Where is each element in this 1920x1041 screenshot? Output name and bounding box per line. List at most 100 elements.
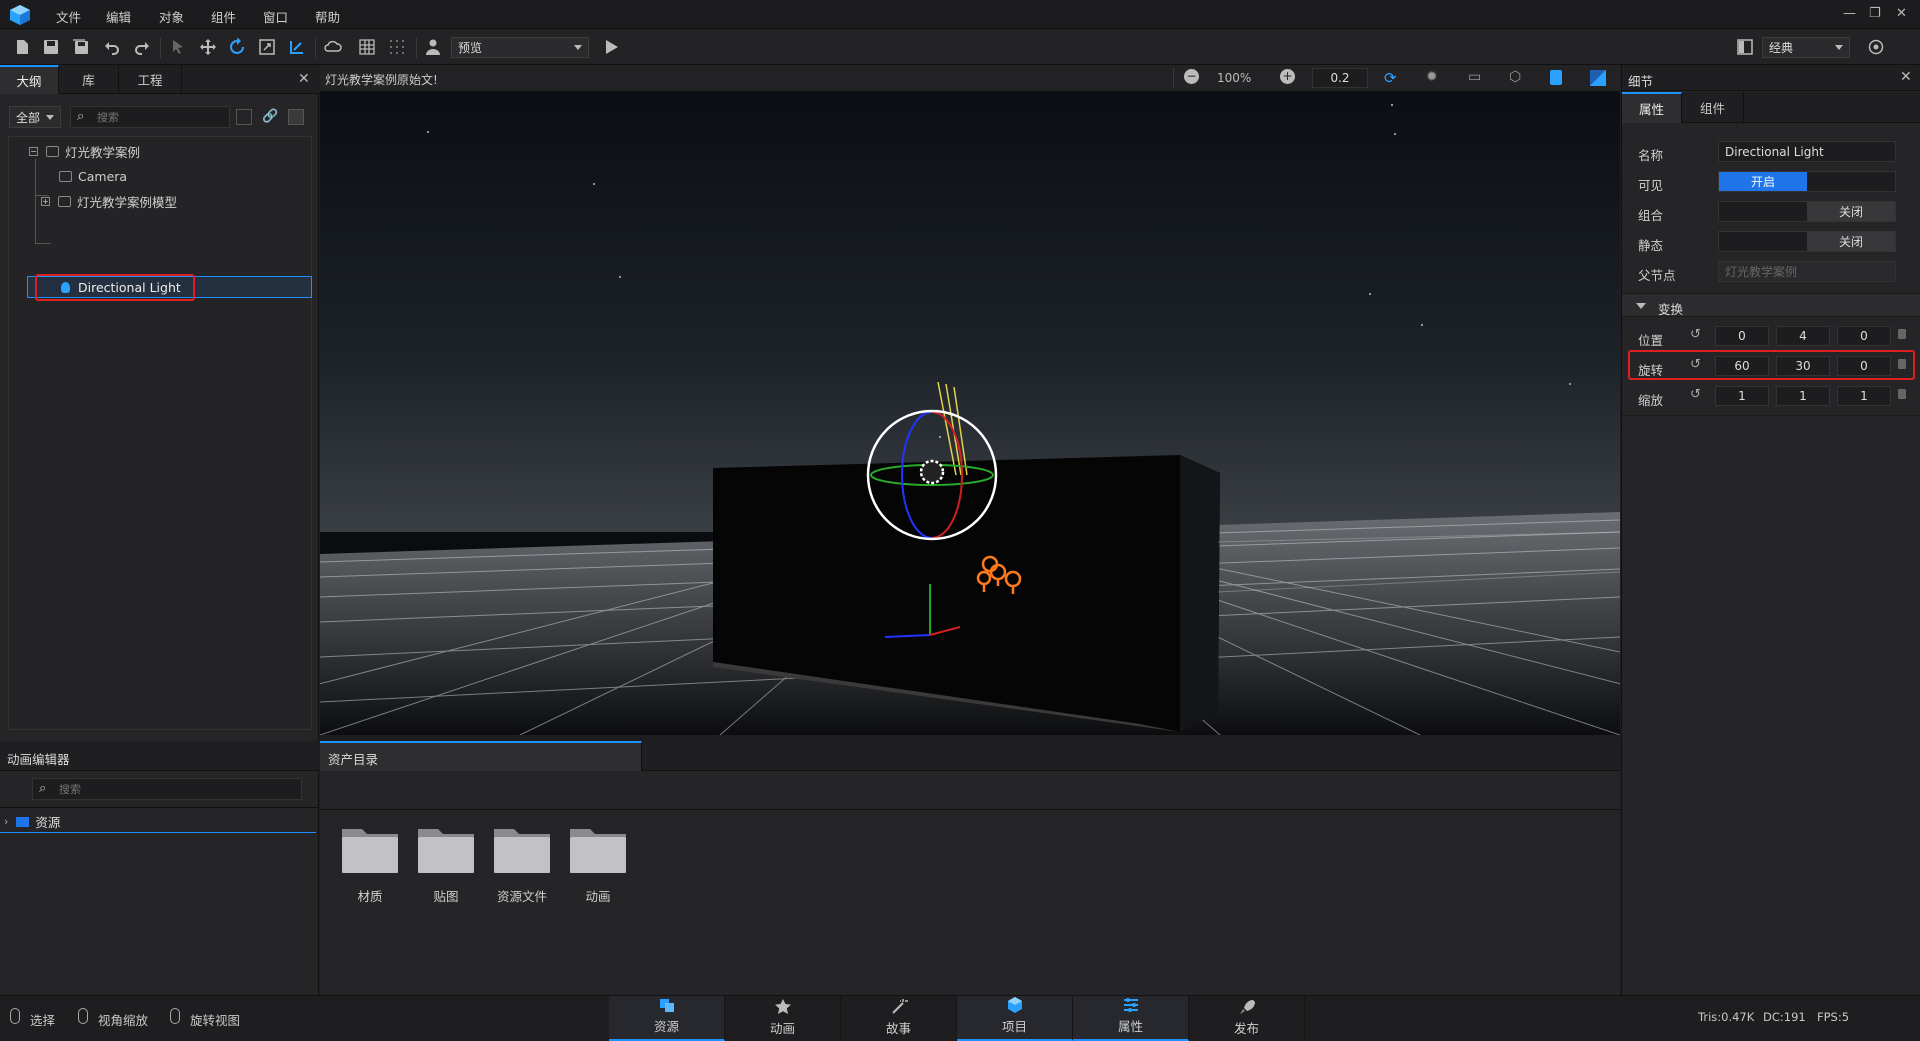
scene-render[interactable]: [320, 92, 1620, 735]
rotate-tool-icon[interactable]: [226, 37, 248, 57]
tool-select[interactable]: 选择: [30, 1010, 55, 1029]
position-x-input[interactable]: 0: [1715, 326, 1769, 346]
tool-zoom-view[interactable]: 视角缩放: [98, 1010, 148, 1029]
new-file-icon[interactable]: [11, 37, 33, 57]
display-mode-icon[interactable]: [1550, 70, 1562, 85]
anim-search-input[interactable]: [59, 781, 294, 797]
layout-select[interactable]: 经典: [1762, 37, 1850, 58]
preview-mode-select[interactable]: 预览: [451, 37, 589, 58]
folder-animations[interactable]: 动画: [560, 821, 636, 905]
tab-outline[interactable]: 大纲: [0, 65, 59, 94]
menu-edit[interactable]: 编辑: [106, 7, 131, 26]
asset-tree-root[interactable]: › 资源: [0, 811, 316, 833]
layout-panel-icon[interactable]: [1734, 37, 1756, 57]
tree-item-directional-light[interactable]: Directional Light: [61, 275, 181, 299]
folder-materials[interactable]: 材质: [332, 821, 408, 905]
user-preview-icon[interactable]: [422, 37, 444, 57]
section-divider: [320, 809, 1620, 810]
menu-component[interactable]: 组件: [211, 7, 236, 26]
light-gizmo-icon[interactable]: ✹: [1426, 69, 1444, 87]
bottom-tab-project[interactable]: 项目: [957, 996, 1073, 1041]
scale-x-input[interactable]: 1: [1715, 386, 1769, 406]
bottom-tab-animation[interactable]: 动画: [725, 996, 841, 1041]
snap-toggle-icon[interactable]: ⟳: [1384, 69, 1402, 87]
outline-search-box[interactable]: ⌕: [70, 106, 230, 128]
transform-tool-icon[interactable]: [286, 37, 308, 57]
collapse-toggle-icon[interactable]: −: [29, 146, 38, 156]
tab-components[interactable]: 组件: [1682, 92, 1744, 123]
tree-item-model[interactable]: + 灯光教学案例模型: [41, 189, 177, 213]
redo-icon[interactable]: [131, 37, 153, 57]
expand-all-icon[interactable]: [236, 109, 252, 125]
snap-value-field[interactable]: 0.2: [1312, 68, 1368, 88]
scale-z-input[interactable]: 1: [1837, 386, 1891, 406]
move-tool-icon[interactable]: [197, 37, 219, 57]
restore-icon[interactable]: ❐: [1869, 6, 1881, 21]
name-input[interactable]: Directional Light: [1718, 141, 1896, 162]
rotation-y-input[interactable]: 30: [1776, 356, 1830, 376]
bottom-tab-publish[interactable]: 发布: [1189, 996, 1305, 1041]
folder-resource-files[interactable]: 资源文件: [484, 821, 560, 905]
tree-item-camera[interactable]: Camera: [59, 164, 127, 188]
tab-properties[interactable]: 属性: [1622, 92, 1682, 123]
scene-viewport[interactable]: [320, 65, 1620, 735]
reset-scale-icon[interactable]: ↺: [1690, 387, 1701, 402]
tool-rotate-view[interactable]: 旋转视图: [190, 1010, 240, 1029]
visible-toggle[interactable]: 开启: [1718, 171, 1896, 192]
zoom-in-icon[interactable]: +: [1280, 69, 1295, 84]
menu-window[interactable]: 窗口: [263, 7, 288, 26]
select-tool-icon[interactable]: [167, 37, 189, 57]
bottom-tab-properties[interactable]: 属性: [1073, 996, 1189, 1041]
zoom-out-icon[interactable]: −: [1184, 69, 1199, 84]
folder-textures[interactable]: 贴图: [408, 821, 484, 905]
bottom-tab-story[interactable]: 故事: [841, 996, 957, 1041]
link-icon[interactable]: 🔗: [262, 109, 278, 125]
scale-tool-icon[interactable]: [256, 37, 278, 57]
static-toggle[interactable]: 关闭: [1718, 231, 1896, 252]
chevron-right-icon[interactable]: ›: [4, 815, 8, 828]
position-z-input[interactable]: 0: [1837, 326, 1891, 346]
minimize-icon[interactable]: —: [1843, 6, 1856, 21]
transform-section-header[interactable]: 变换: [1622, 293, 1920, 317]
cube-view-icon[interactable]: ⬡: [1509, 69, 1527, 87]
bottom-tab-resources[interactable]: 资源: [609, 996, 725, 1041]
anim-search-box[interactable]: ⌕: [32, 778, 302, 800]
rotation-z-input[interactable]: 0: [1837, 356, 1891, 376]
lock-icon[interactable]: [1898, 389, 1906, 399]
play-icon[interactable]: [600, 37, 622, 57]
reset-position-icon[interactable]: ↺: [1690, 327, 1701, 342]
folder-icon: [494, 829, 550, 873]
menu-object[interactable]: 对象: [159, 7, 184, 26]
render-mode-icon[interactable]: [1590, 70, 1606, 86]
undo-icon[interactable]: [101, 37, 123, 57]
scale-y-input[interactable]: 1: [1776, 386, 1830, 406]
close-panel-icon[interactable]: ✕: [298, 71, 310, 87]
grid-icon[interactable]: [356, 37, 378, 57]
lock-icon[interactable]: [1898, 359, 1906, 369]
menu-file[interactable]: 文件: [56, 7, 81, 26]
dot-grid-icon[interactable]: [386, 37, 408, 57]
menu-help[interactable]: 帮助: [315, 7, 340, 26]
save-all-icon[interactable]: [70, 37, 92, 57]
group-toggle[interactable]: 关闭: [1718, 201, 1896, 222]
camera-icon: [59, 170, 72, 182]
settings-gear-icon[interactable]: [1865, 37, 1887, 57]
outline-search-input[interactable]: [97, 109, 225, 125]
lock-icon[interactable]: [1898, 329, 1906, 339]
tab-library[interactable]: 库: [59, 65, 119, 94]
save-icon[interactable]: [40, 37, 62, 57]
close-window-icon[interactable]: ✕: [1896, 6, 1907, 21]
filter-icon[interactable]: [288, 109, 304, 125]
tab-asset-directory[interactable]: 资产目录: [320, 741, 642, 771]
outline-filter-select[interactable]: 全部: [9, 106, 61, 128]
tab-project[interactable]: 工程: [119, 65, 182, 94]
tree-item-scene[interactable]: − 灯光教学案例: [29, 139, 140, 163]
close-panel-icon[interactable]: ✕: [1900, 69, 1912, 85]
camera-view-icon[interactable]: ▭: [1468, 69, 1486, 87]
reset-rotation-icon[interactable]: ↺: [1690, 357, 1701, 372]
rotation-x-input[interactable]: 60: [1715, 356, 1769, 376]
expand-toggle-icon[interactable]: +: [41, 196, 50, 206]
position-y-input[interactable]: 4: [1776, 326, 1830, 346]
light-bulb-icon: [61, 281, 70, 293]
cloud-settings-icon[interactable]: [322, 37, 344, 57]
